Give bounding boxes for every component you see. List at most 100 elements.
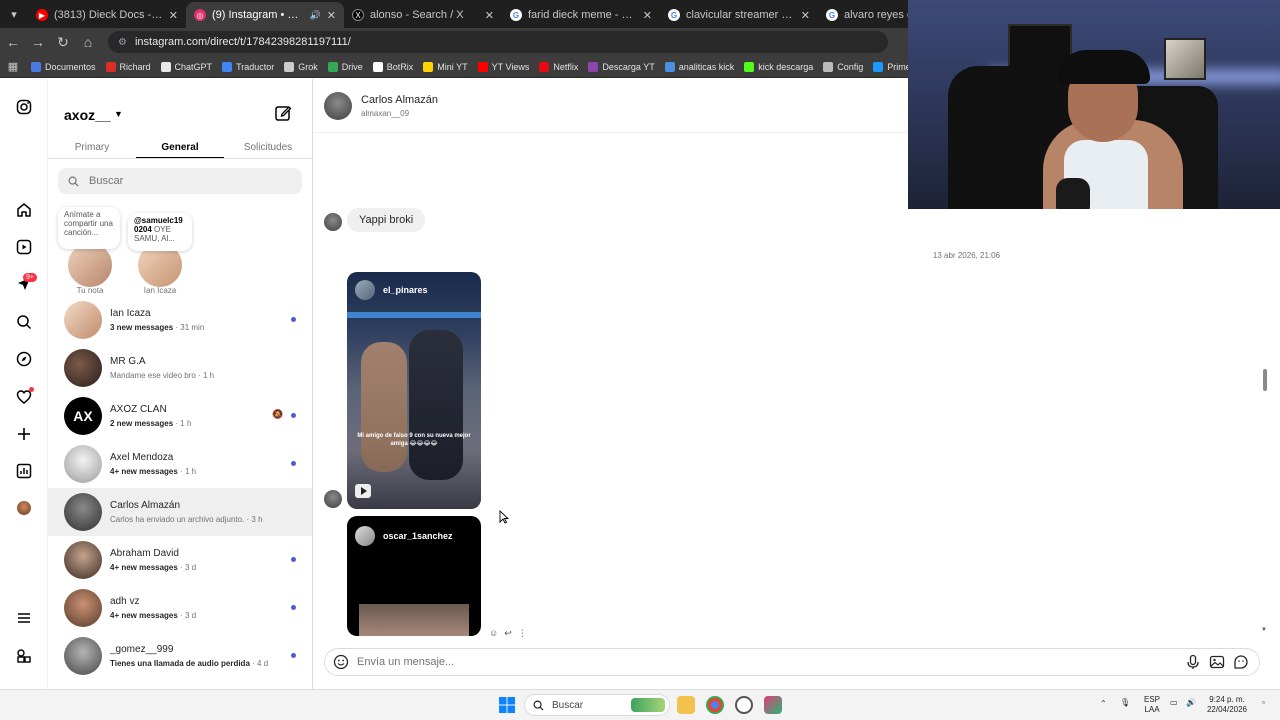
account-switcher[interactable]: axoz__ [64, 107, 111, 123]
conversation-item[interactable]: Axel Mendoza 4+ new messages · 1 h [48, 440, 312, 488]
scroll-down-icon[interactable]: ▼ [1261, 627, 1267, 633]
explore-icon[interactable] [12, 347, 36, 371]
chevron-down-icon[interactable]: ▼ [114, 109, 123, 119]
reel-figure [409, 330, 463, 480]
conversation-item[interactable]: Abraham David 4+ new messages · 3 d [48, 536, 312, 584]
instagram-logo-icon[interactable] [12, 95, 36, 119]
conversation-item[interactable]: adh vz 4+ new messages · 3 d [48, 584, 312, 632]
tray-chevron-icon[interactable]: ⌃ [1100, 699, 1107, 709]
apps-grid-icon[interactable]: ▦ [0, 60, 26, 73]
bookmark-item[interactable]: BotRix [368, 61, 419, 72]
cam-microphone [1056, 178, 1090, 209]
reload-icon[interactable]: ↻ [51, 30, 75, 54]
message-composer [324, 648, 1260, 676]
profile-avatar[interactable] [12, 496, 36, 520]
message-bubble[interactable]: Yappi broki [347, 208, 426, 232]
clock[interactable]: 9:24 p. m. 22/04/2026 [1202, 695, 1252, 715]
network-icon[interactable]: ▭ [1170, 698, 1178, 708]
taskbar-search[interactable]: Buscar [524, 694, 670, 716]
chat-avatar[interactable] [324, 92, 352, 120]
tab-primary[interactable]: Primary [48, 137, 136, 159]
dashboard-icon[interactable] [12, 459, 36, 483]
browser-tab-4[interactable]: G clavicular streamer amigo - Bus ✕ [660, 2, 818, 28]
app-icon[interactable] [764, 696, 782, 714]
conversation-item[interactable]: AX AXOZ CLAN 2 new messages · 1 h 🔕 [48, 392, 312, 440]
conversation-item[interactable]: _gomez__999 Tienes una llamada de audio … [48, 632, 312, 680]
bookmark-item[interactable]: Netflix [534, 61, 583, 72]
close-tab-icon[interactable]: ✕ [485, 9, 494, 22]
back-icon[interactable]: ← [1, 30, 25, 54]
emoji-icon[interactable] [333, 654, 349, 670]
reply-icon[interactable]: ↩ [504, 628, 518, 638]
volume-icon[interactable]: 🔊 [1186, 698, 1196, 708]
browser-tab-1[interactable]: ◎ (9) Instagram • Mensajes 🔊 ✕ [186, 2, 344, 28]
sticker-icon[interactable] [1233, 654, 1249, 670]
conversation-item[interactable]: MR G.A Mandame ese video bro · 1 h [48, 344, 312, 392]
bookmark-item[interactable]: Config [818, 61, 868, 72]
reels-icon[interactable] [12, 235, 36, 259]
tab-solicitudes[interactable]: Solicitudes [224, 137, 312, 159]
search-icon [68, 176, 79, 187]
google-icon: G [668, 9, 680, 21]
screen: ▾ ▶ (3813) Dieck Docs - YouTube ✕ ◎ (9) … [0, 0, 1280, 720]
close-tab-icon[interactable]: ✕ [327, 9, 336, 22]
shared-reel[interactable]: oscar_1sanchez [347, 516, 481, 636]
browser-tab-2[interactable]: X alonso - Search / X ✕ [344, 2, 502, 28]
react-emoji-icon[interactable]: ☺ [489, 628, 504, 638]
speaker-icon[interactable]: 🔊 [310, 10, 321, 21]
notification-badge: 9+ [23, 273, 37, 282]
chrome-icon[interactable] [706, 696, 724, 714]
bookmark-item[interactable]: Documentos [26, 61, 101, 72]
bookmark-item[interactable]: Traductor [217, 61, 279, 72]
obs-icon[interactable] [735, 696, 753, 714]
tab-search-icon[interactable]: ▾ [0, 0, 28, 28]
close-tab-icon[interactable]: ✕ [801, 9, 810, 22]
conversation-item[interactable]: Ian Icaza 3 new messages · 31 min [48, 296, 312, 344]
more-icon[interactable]: ⋮ [518, 628, 533, 638]
site-info-icon[interactable]: ⚙ [118, 37, 127, 48]
close-tab-icon[interactable]: ✕ [643, 9, 652, 22]
cam-poster [1164, 38, 1206, 80]
notifications-icon[interactable]: ▫ [1262, 698, 1265, 708]
browser-tab-0[interactable]: ▶ (3813) Dieck Docs - YouTube ✕ [28, 2, 186, 28]
bookmark-item[interactable]: Mini YT [418, 61, 472, 72]
file-explorer-icon[interactable] [677, 696, 695, 714]
bookmark-item[interactable]: analiticas kick [660, 61, 740, 72]
bookmark-item[interactable]: Grok [279, 61, 323, 72]
bookmark-item[interactable]: Richard [101, 61, 156, 72]
language-indicator[interactable]: ESP LAA [1142, 695, 1162, 715]
bookmark-item[interactable]: Descarga YT [583, 61, 659, 72]
bookmark-item[interactable]: kick descarga [739, 61, 818, 72]
windows-start-icon[interactable] [499, 697, 515, 713]
message-input[interactable] [357, 656, 1157, 668]
reel-play-icon[interactable] [355, 484, 371, 498]
address-bar[interactable]: ⚙ instagram.com/direct/t/178423982811971… [108, 31, 888, 53]
conversation-item-selected[interactable]: Carlos Almazán Carlos ha enviado un arch… [48, 488, 312, 536]
forward-icon[interactable]: → [26, 30, 50, 54]
shared-reel[interactable]: el_pinares Mi amigo de falso 9 con su nu… [347, 272, 481, 509]
instagram-icon: ◎ [194, 9, 206, 21]
home-icon[interactable]: ⌂ [76, 30, 100, 54]
note-bubble-ian[interactable]: @samuelc19 0204 OYE SAMU, Al... [128, 213, 192, 251]
bookmark-item[interactable]: YT Views [473, 61, 535, 72]
bookmark-item[interactable]: ChatGPT [156, 61, 218, 72]
apps-icon[interactable] [12, 644, 36, 668]
bookmark-item[interactable]: Drive [323, 61, 368, 72]
unread-dot [291, 413, 296, 418]
home-icon[interactable] [12, 198, 36, 222]
microphone-icon[interactable] [1185, 654, 1201, 670]
browser-tab-3[interactable]: G farid dieck meme - Buscar con G ✕ [502, 2, 660, 28]
tray-microphone-icon[interactable]: 🎙 [1120, 698, 1130, 708]
search-input[interactable] [89, 175, 289, 187]
chat-scrollbar[interactable] [1263, 369, 1267, 391]
image-icon[interactable] [1209, 654, 1225, 670]
compose-icon[interactable] [274, 104, 294, 124]
chat-contact-name[interactable]: Carlos Almazán [361, 94, 438, 106]
create-icon[interactable] [12, 422, 36, 446]
inbox-search[interactable] [58, 168, 302, 194]
search-icon[interactable] [12, 310, 36, 334]
close-tab-icon[interactable]: ✕ [169, 9, 178, 22]
menu-icon[interactable] [12, 606, 36, 630]
tab-general[interactable]: General [136, 137, 224, 159]
my-note-bubble[interactable]: Anímate a compartir una canción... [58, 207, 120, 249]
